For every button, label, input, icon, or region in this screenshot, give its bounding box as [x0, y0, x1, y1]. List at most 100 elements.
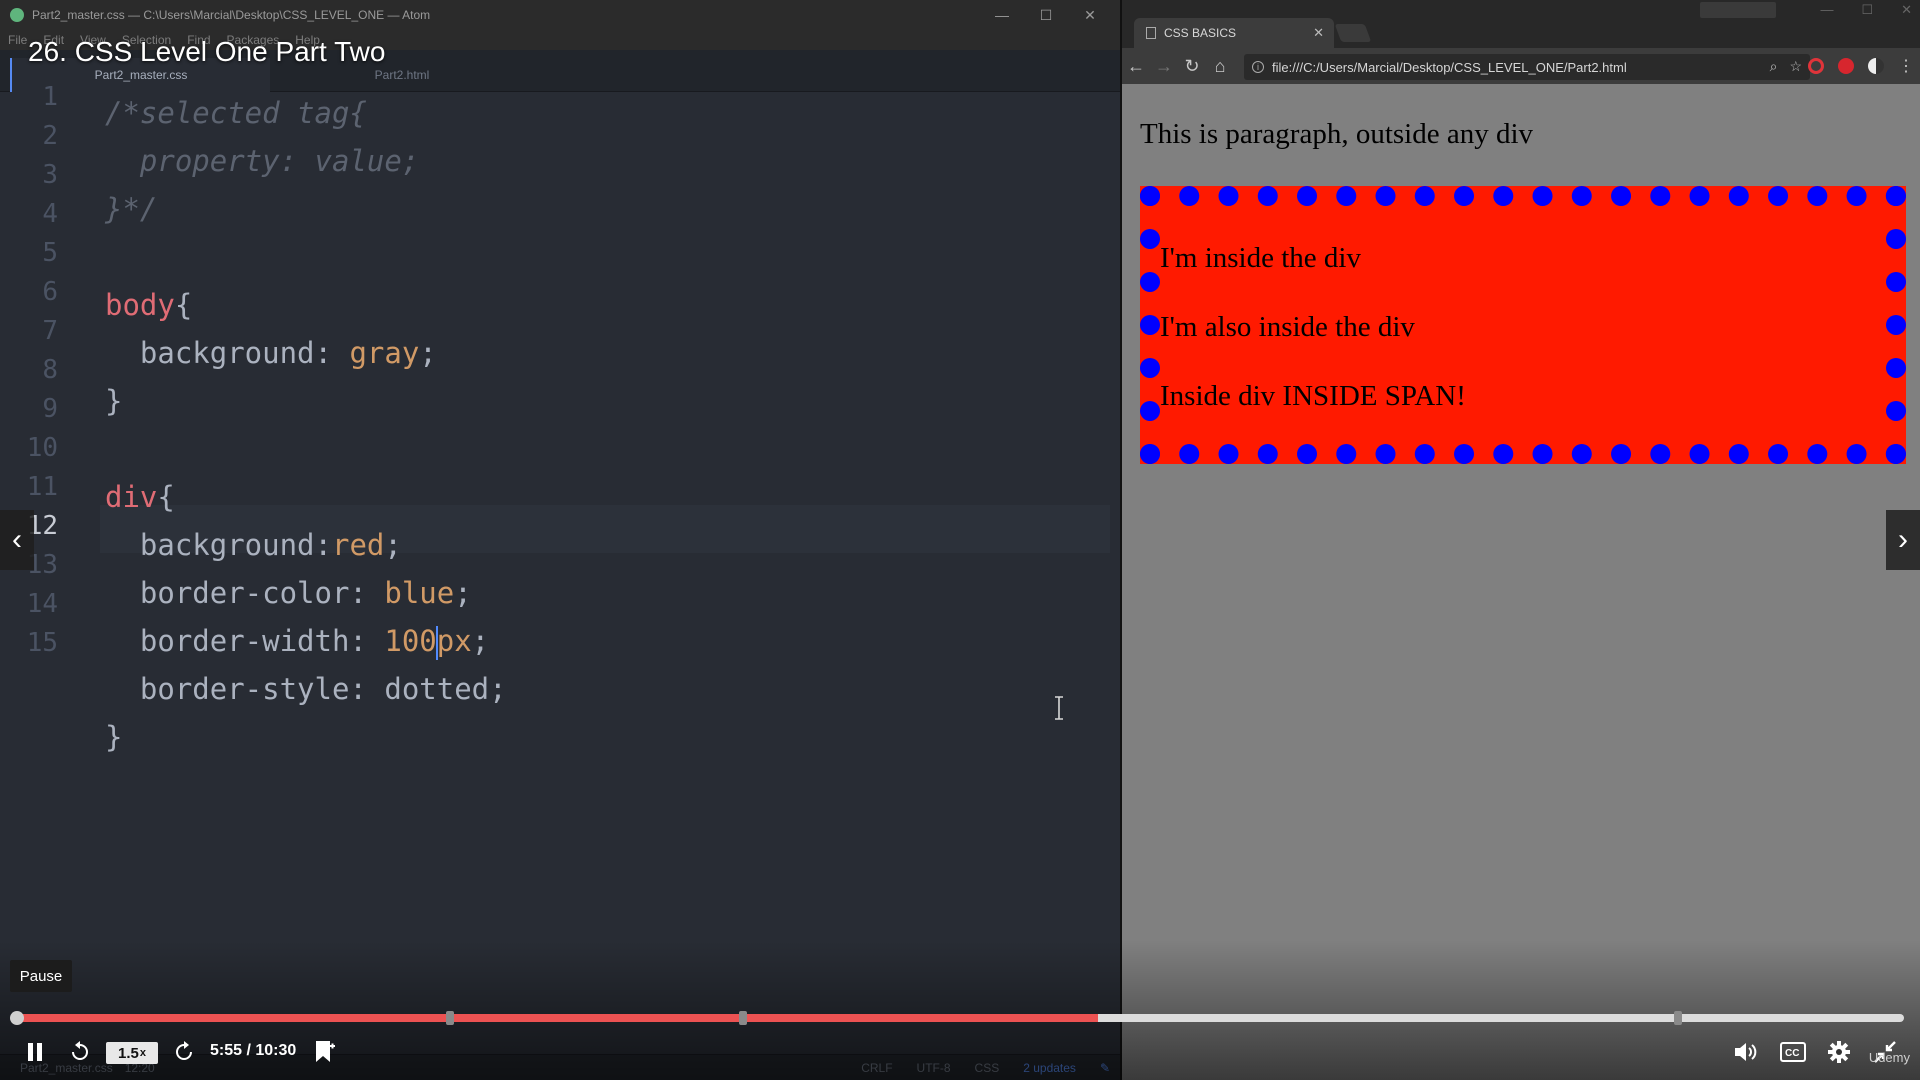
close-icon[interactable]: ✕ — [1068, 0, 1112, 30]
bookmark-star-icon[interactable]: ☆ — [1789, 58, 1802, 75]
rewind-button[interactable] — [64, 1030, 96, 1074]
profile-button[interactable] — [1700, 2, 1776, 18]
adblock-extension-icon[interactable] — [1838, 58, 1854, 74]
video-progress-bar[interactable] — [10, 1011, 1904, 1025]
add-note-button[interactable] — [310, 1030, 340, 1074]
pause-icon — [28, 1043, 42, 1061]
comment-text: }*/ — [105, 192, 158, 226]
line-number: 15 — [26, 628, 58, 658]
new-tab-button[interactable] — [1334, 24, 1372, 42]
pause-tooltip: Pause — [10, 960, 72, 992]
code-line-13: border-style: dotted; — [105, 665, 507, 713]
dark-mode-extension-icon[interactable] — [1868, 58, 1884, 74]
volume-icon — [1735, 1043, 1757, 1061]
line-number: 9 — [42, 394, 58, 424]
settings-button[interactable] — [1822, 1030, 1856, 1074]
udemy-watermark: Udemy — [1868, 1050, 1910, 1065]
bookmark-plus-icon — [316, 1041, 335, 1062]
forward-arrow-icon[interactable]: → — [1150, 48, 1178, 84]
property-text: border-width: — [105, 624, 385, 658]
line-number-gutter: 1 2 3 4 5 6 7 8 9 10 11 12 13 14 15 — [0, 82, 90, 1054]
progress-start-handle[interactable] — [10, 1011, 24, 1025]
closed-captions-icon: CC — [1780, 1042, 1806, 1062]
browser-tab[interactable]: CSS BASICS ✕ — [1134, 18, 1334, 48]
zoom-icon[interactable]: ⌕ — [1770, 58, 1778, 75]
code-line-12: border-width: 100px; — [105, 617, 489, 665]
property-text: background: — [105, 336, 350, 370]
address-bar[interactable]: i file:///C:/Users/Marcial/Desktop/CSS_L… — [1244, 54, 1810, 80]
menu-dots-icon[interactable]: ⋮ — [1898, 56, 1914, 76]
reload-icon[interactable]: ↻ — [1178, 48, 1206, 84]
code-editor[interactable]: 1 2 3 4 5 6 7 8 9 10 11 12 13 14 15 /*se… — [0, 82, 1112, 1054]
brace-text: } — [105, 384, 123, 418]
line-number: 8 — [42, 355, 58, 385]
line-number: 14 — [26, 589, 58, 619]
atom-logo-icon — [10, 8, 24, 22]
line-number: 2 — [42, 121, 58, 151]
tab-close-icon[interactable]: ✕ — [1313, 25, 1324, 41]
captions-button[interactable]: CC — [1776, 1030, 1810, 1074]
chapter-marker[interactable] — [738, 1011, 747, 1025]
comment-text: property: value; — [105, 144, 420, 178]
close-icon[interactable]: ✕ — [1901, 2, 1912, 18]
progress-played — [16, 1014, 1098, 1022]
selector-text: body — [105, 288, 175, 322]
minimize-icon[interactable]: — — [980, 0, 1024, 30]
line-number: 3 — [42, 160, 58, 190]
chapter-marker[interactable] — [446, 1011, 455, 1025]
page-paragraph: This is paragraph, outside any div — [1140, 118, 1534, 150]
rewind-icon — [72, 1041, 88, 1060]
tab-label: Part2.html — [374, 68, 430, 82]
previous-lecture-button[interactable]: ‹ — [0, 510, 34, 570]
browser-tab-title: CSS BASICS — [1164, 26, 1237, 40]
line-number: 4 — [42, 199, 58, 229]
maximize-icon[interactable]: ☐ — [1861, 2, 1873, 18]
next-lecture-button[interactable]: › — [1886, 510, 1920, 570]
code-line-6: background: gray; — [105, 329, 437, 377]
chrome-toolbar: ← → ↻ ⌂ i file:///C:/Users/Marcial/Deskt… — [1122, 48, 1920, 84]
semicolon-text: ; — [454, 576, 472, 610]
chrome-browser-window: CSS BASICS ✕ — ☐ ✕ ← → ↻ ⌂ i file:///C:/… — [1120, 0, 1920, 1080]
value-text: dotted — [384, 672, 490, 706]
code-line-2: property: value; — [105, 137, 419, 185]
code-line-1: /*selected tag{ — [105, 89, 367, 137]
info-icon[interactable]: i — [1252, 61, 1264, 73]
selector-text: div — [105, 480, 158, 514]
chapter-marker[interactable] — [1674, 1011, 1683, 1025]
video-lecture-title: 26. CSS Level One Part Two — [28, 36, 386, 67]
menu-file[interactable]: File — [8, 33, 27, 47]
svg-text:CC: CC — [1785, 1048, 1799, 1059]
code-line-7: } — [105, 377, 122, 425]
page-icon — [1146, 27, 1156, 39]
code-line-11: border-color: blue; — [105, 569, 472, 617]
line-number: 6 — [42, 277, 58, 307]
pause-button[interactable] — [20, 1030, 50, 1074]
minimize-icon[interactable]: — — [1820, 2, 1833, 18]
code-line-5: body{ — [105, 281, 192, 329]
home-icon[interactable]: ⌂ — [1206, 48, 1234, 84]
value-text: blue — [384, 576, 455, 610]
semicolon-text: ; — [471, 624, 490, 658]
forward-button[interactable] — [168, 1030, 200, 1074]
playback-speed-button[interactable]: 1.5 x — [106, 1042, 158, 1064]
volume-button[interactable] — [1730, 1030, 1762, 1074]
chrome-tab-strip: CSS BASICS ✕ — ☐ ✕ — [1122, 0, 1920, 48]
opera-extension-icon[interactable] — [1808, 58, 1824, 74]
back-arrow-icon[interactable]: ← — [1122, 48, 1150, 84]
property-text: border-style: — [105, 672, 385, 706]
styled-div: I'm inside the div I'm also inside the d… — [1140, 186, 1906, 464]
semicolon-text: ; — [384, 528, 402, 562]
line-number: 10 — [26, 433, 58, 463]
line-number: 11 — [26, 472, 58, 502]
speed-value: 1.5 — [118, 1044, 139, 1062]
code-line-14: } — [105, 713, 122, 761]
code-line-10: background:red; — [105, 521, 402, 569]
brace-text: { — [157, 480, 175, 514]
value-text: px — [436, 624, 472, 658]
atom-window-title: Part2_master.css — C:\Users\Marcial\Desk… — [32, 8, 431, 22]
atom-titlebar: Part2_master.css — C:\Users\Marcial\Desk… — [0, 0, 1120, 30]
property-text: border-color: — [105, 576, 385, 610]
code-lines: /*selected tag{ property: value; }*/ bod… — [105, 92, 1112, 1054]
code-line-3: }*/ — [105, 185, 157, 233]
maximize-icon[interactable]: ☐ — [1024, 0, 1068, 30]
